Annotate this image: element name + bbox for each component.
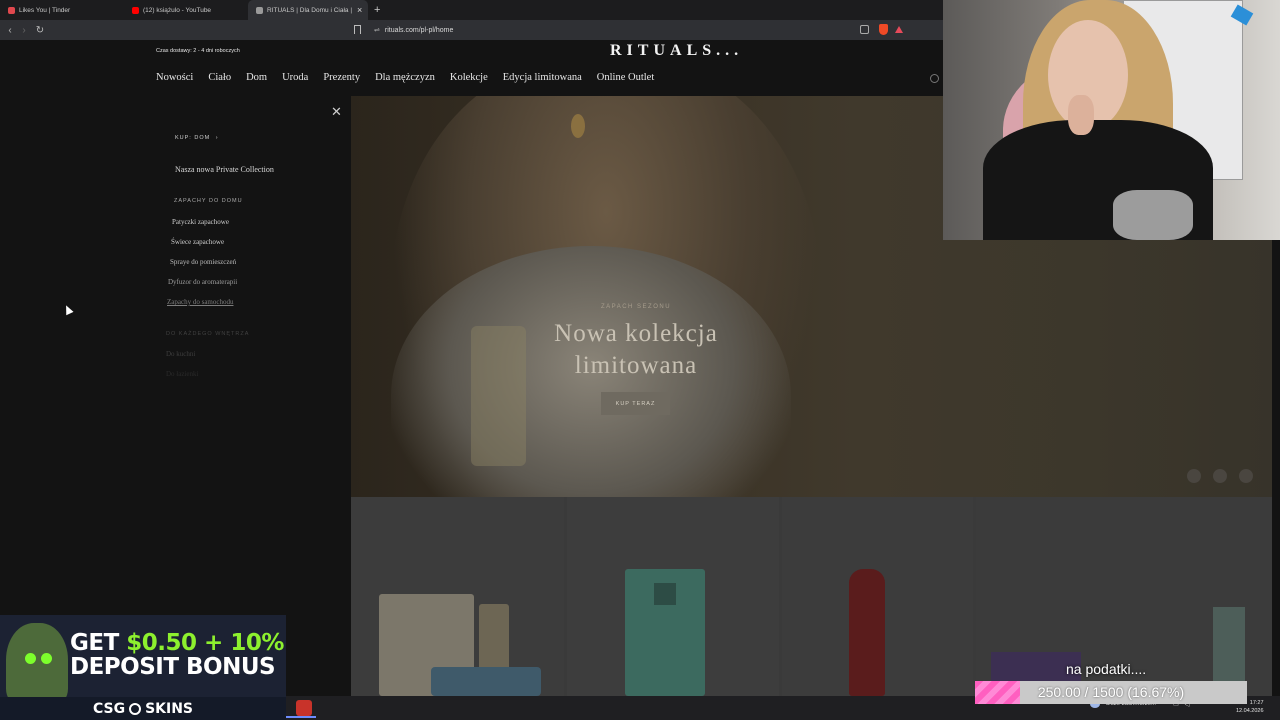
menu-section-title: ZAPACHY DO DOMU xyxy=(174,198,243,204)
menu-shop-label: KUP: DOM xyxy=(175,135,211,141)
ad-brand-left: CSG xyxy=(92,700,126,717)
forward-arrow-icon[interactable]: › xyxy=(17,23,31,37)
ad-brand-bar: CSG SKINS xyxy=(0,697,286,720)
share-icon[interactable] xyxy=(860,25,869,34)
ad-headline: GET $0.50 + 10% DEPOSIT BONUS xyxy=(70,631,284,679)
nav-item-kolekcje[interactable]: Kolekcje xyxy=(450,72,488,83)
streamer-hand xyxy=(1068,95,1094,135)
csgoskins-logo-icon xyxy=(129,702,142,715)
ad-mascot-eye xyxy=(25,653,36,664)
site-info-icon[interactable]: ⇌ xyxy=(374,26,380,34)
back-arrow-icon[interactable]: ‹ xyxy=(3,23,17,37)
tinder-favicon-icon xyxy=(8,6,15,14)
goal-label: na podatki.... xyxy=(1066,661,1147,677)
dom-menu-drawer xyxy=(0,96,351,696)
ad-line-1-prefix: GET xyxy=(70,630,127,656)
goal-progress-bar: 250.00 / 1500 (16.67%) xyxy=(975,681,1247,704)
brave-shield-icon[interactable] xyxy=(879,24,888,35)
nav-item-online-outlet[interactable]: Online Outlet xyxy=(597,72,654,83)
menu-shop-link[interactable]: KUP: DOM › xyxy=(175,135,219,141)
ad-mascot-image xyxy=(6,623,68,705)
youtube-favicon-icon xyxy=(132,6,139,14)
delivery-info: Czas dostawy: 2 - 4 dni roboczych xyxy=(156,48,240,54)
clock-date: 12.04.2026 xyxy=(1236,708,1264,714)
tab-title: RITUALS | Dla Domu i Ciała | Oficj xyxy=(267,6,353,14)
tab-title: (12) książulo - YouTube xyxy=(143,6,212,14)
nav-item-cialo[interactable]: Ciało xyxy=(208,72,231,83)
nav-item-dom[interactable]: Dom xyxy=(246,72,267,83)
nav-item-uroda[interactable]: Uroda xyxy=(282,72,308,83)
menu-item-lazienka[interactable]: Do łazienki xyxy=(166,370,198,378)
main-navigation: Nowości Ciało Dom Uroda Prezenty Dla męż… xyxy=(156,72,654,83)
menu-item-swiece[interactable]: Świece zapachowe xyxy=(171,238,224,246)
tab-youtube[interactable]: (12) książulo - YouTube xyxy=(124,0,248,20)
menu-item-kuchnia[interactable]: Do kuchni xyxy=(166,350,195,358)
brave-taskbar-icon[interactable] xyxy=(296,700,312,716)
menu-item-samochod[interactable]: Zapachy do samochodu xyxy=(167,298,233,306)
chevron-right-icon: › xyxy=(215,135,219,141)
nav-item-prezenty[interactable]: Prezenty xyxy=(323,72,360,83)
tab-tinder[interactable]: Likes You | Tinder xyxy=(0,0,125,20)
menu-item-spraye[interactable]: Spraye do pomieszczeń xyxy=(170,258,236,266)
nav-item-edycja-limitowana[interactable]: Edycja limitowana xyxy=(503,72,582,83)
tab-rituals[interactable]: RITUALS | Dla Domu i Ciała | Oficj × xyxy=(248,0,368,20)
new-tab-button[interactable]: + xyxy=(374,3,380,17)
ad-line-2: DEPOSIT BONUS xyxy=(70,654,276,680)
url-field[interactable]: ⇌ rituals.com/pl-pl/home xyxy=(368,22,912,38)
rituals-favicon-icon xyxy=(256,6,263,14)
ad-brand-right: SKINS xyxy=(145,700,194,717)
menu-item-dyfuzor[interactable]: Dyfuzor do aromaterapii xyxy=(168,278,237,286)
brave-rewards-icon[interactable] xyxy=(895,26,903,33)
csgoskins-ad[interactable]: GET $0.50 + 10% DEPOSIT BONUS CSG SKINS xyxy=(0,615,286,720)
webcam-feed xyxy=(943,0,1280,240)
ad-mascot-eye xyxy=(41,653,52,664)
bookmark-icon[interactable] xyxy=(354,25,361,34)
close-icon[interactable]: ✕ xyxy=(331,104,342,120)
nav-item-nowosci[interactable]: Nowości xyxy=(156,72,193,83)
search-icon[interactable] xyxy=(930,74,939,83)
menu-private-collection[interactable]: Nasza nowa Private Collection xyxy=(175,165,274,174)
nav-item-dla-mezczyzn[interactable]: Dla mężczyzn xyxy=(375,72,435,83)
rituals-logo[interactable]: RITUALS... xyxy=(610,42,743,60)
tab-title: Likes You | Tinder xyxy=(19,6,71,14)
goal-progress-text: 250.00 / 1500 (16.67%) xyxy=(1037,684,1185,700)
url-text: rituals.com/pl-pl/home xyxy=(384,26,454,34)
ad-line-1-highlight: $0.50 + 10% xyxy=(126,630,284,656)
streamer-legs xyxy=(1113,190,1193,240)
menu-section-title-2: DO KAŻDEGO WNĘTRZA xyxy=(166,331,250,337)
reload-icon[interactable]: ↻ xyxy=(33,23,47,37)
menu-item-patyczki[interactable]: Patyczki zapachowe xyxy=(172,218,229,226)
close-tab-icon[interactable]: × xyxy=(357,5,362,15)
taskbar-active-indicator xyxy=(286,716,316,718)
